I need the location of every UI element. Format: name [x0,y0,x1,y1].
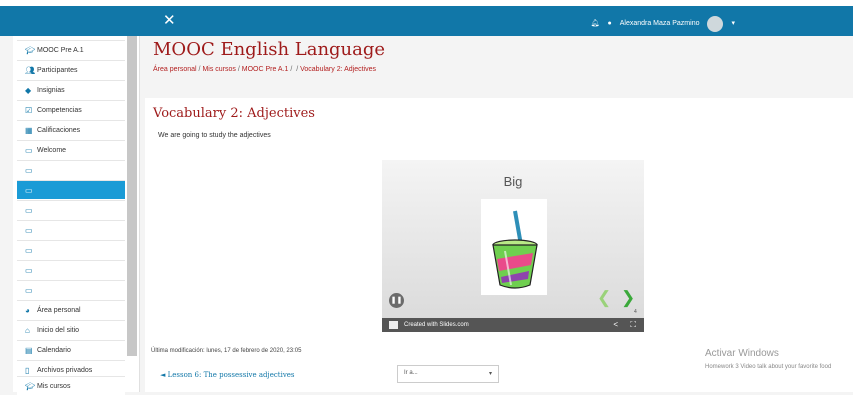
slide-word: Big [503,174,523,189]
main-content: MOOC English Language Área personal / Mi… [145,36,853,392]
folder-icon: ▭ [25,225,33,235]
chevron-down-icon: ▾ [488,371,492,377]
next-activity-link[interactable]: Homework 3 Video talk about your favorit… [705,364,831,370]
table-icon: ▦ [25,125,33,135]
fullscreen-icon[interactable]: ⛶ [630,320,636,330]
sidebar-item-competencies[interactable]: ☑ Competencias [17,100,125,119]
sidebar-item-section[interactable]: ▭ [17,240,125,259]
folder-icon: ▭ [25,205,33,215]
sidebar-item-section[interactable]: ▭ [17,260,125,279]
breadcrumb-course[interactable]: MOOC Pre A.1 [242,66,289,73]
close-drawer-icon[interactable]: ✕ [163,13,176,28]
sidebar-item-label: Participantes [37,66,78,74]
home-icon: ⌂ [25,325,30,335]
next-slide-icon[interactable]: ❯ [621,288,635,308]
sidebar-item-my-courses[interactable]: 🎓︎ Mis cursos [17,376,125,395]
sidebar-item-section-active[interactable]: ▭ [17,180,125,199]
user-name[interactable]: Alexandra Maza Pazmino [620,20,700,27]
sidebar-scrollbar[interactable] [127,36,137,356]
intro-text: We are going to study the adjectives [158,132,271,139]
course-title: MOOC English Language [153,39,386,60]
sidebar-item-label: Inicio del sitio [37,326,80,334]
users-icon: 👥︎ [25,65,36,75]
sidebar-item-participants[interactable]: 👥︎ Participantes [17,60,125,79]
shield-icon: ◆ [25,85,32,95]
sidebar-item-calendar[interactable]: ▤ Calendario [17,340,125,359]
sidebar-item-section[interactable]: ▭ [17,160,125,179]
sidebar-item-section[interactable]: ▭ [17,220,125,239]
sidebar-item-dashboard[interactable]: ◕ Área personal [17,300,125,319]
sidebar-nav: 🎓︎ MOOC Pre A.1 👥︎ Participantes ◆ Insig… [13,36,140,395]
activation-watermark-title: Activar Windows [705,348,779,359]
folder-icon: ▭ [25,185,33,195]
user-menu: 🔔︎ ● Alexandra Maza Pazmino ▾ [591,15,735,32]
sidebar-item-label: Competencias [37,106,82,114]
content-panel: Vocabulary 2: Adjectives We are going to… [145,98,853,392]
dashboard-icon: ◕ [25,305,30,315]
previous-activity-link[interactable]: ◄ Lesson 6: The possessive adjectives [160,371,295,379]
chevron-down-icon[interactable]: ▾ [731,19,735,27]
sidebar-item-label: Mis cursos [37,382,71,390]
slide-number: 4 [634,309,637,315]
avatar[interactable] [707,16,724,32]
jump-to-value: Ir a... [404,370,418,376]
calendar-icon: ▤ [25,345,33,355]
breadcrumb: Área personal / Mis cursos / MOOC Pre A.… [153,66,376,73]
slides-footer-bar: Created with Slides.com < ⛶ [382,318,644,332]
last-modified: Última modificación: lunes, 17 de febrer… [151,348,302,354]
sidebar-item-section[interactable]: ▭ [17,280,125,299]
file-icon: ▯ [25,365,30,375]
page-title: Vocabulary 2: Adjectives [153,106,315,121]
pause-button[interactable]: ❚❚ [389,293,404,308]
slides-logo-icon[interactable] [389,321,398,329]
sidebar-item-label: Archivos privados [37,366,93,374]
sidebar-item-label: Calendario [37,346,71,354]
breadcrumb-home[interactable]: Área personal [153,66,197,73]
sidebar-item-label: Calificaciones [37,126,81,134]
top-navbar: ✕ 🔔︎ ● Alexandra Maza Pazmino ▾ [0,6,853,36]
sidebar-item-label: Insignias [37,86,65,94]
folder-icon: ▭ [25,245,33,255]
breadcrumb-separator: / / [290,66,301,73]
sidebar-item-site-home[interactable]: ⌂ Inicio del sitio [17,320,125,339]
graduation-cap-icon: 🎓︎ [25,45,36,55]
sidebar-item-badges[interactable]: ◆ Insignias [17,80,125,99]
sidebar-item-label: Área personal [37,306,81,314]
notifications-bell-icon[interactable]: 🔔︎ [591,19,600,27]
folder-icon: ▭ [25,285,33,295]
graduation-cap-icon: 🎓︎ [25,381,36,391]
folder-icon: ▭ [25,265,33,275]
sidebar-item-grades[interactable]: ▦ Calificaciones [17,120,125,139]
breadcrumb-my-courses[interactable]: Mis cursos [202,66,235,73]
messages-icon[interactable]: ● [607,20,611,27]
previous-slide-icon[interactable]: ❮ [597,288,611,308]
share-icon[interactable]: < [613,320,618,329]
sidebar-item-section[interactable]: ▭ [17,200,125,219]
breadcrumb-current[interactable]: Vocabulary 2: Adjectives [300,66,376,73]
jump-to-select[interactable]: Ir a... ▾ [397,365,499,383]
slides-embed[interactable]: Big ❚❚ ❮ ❯ 4 Created with Slides.com < ⛶ [382,160,644,332]
sidebar-item-label: Welcome [37,146,67,154]
sidebar-item-welcome[interactable]: ▭ Welcome [17,140,125,159]
check-square-icon: ☑ [25,105,33,115]
folder-icon: ▭ [25,145,33,155]
cup-illustration [481,199,547,295]
folder-icon: ▭ [25,165,33,175]
sidebar-item-label: MOOC Pre A.1 [37,46,84,54]
slides-credit[interactable]: Created with Slides.com [404,322,469,328]
sidebar-item-course[interactable]: 🎓︎ MOOC Pre A.1 [17,40,125,59]
